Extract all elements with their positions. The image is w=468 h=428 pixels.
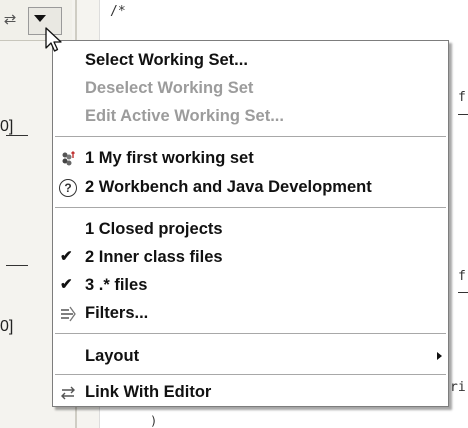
menu-separator [55,136,446,137]
filter-icon [59,305,77,323]
menu-item-label: Deselect Working Set [85,79,254,97]
menu-separator [55,207,446,208]
submenu-arrow-icon [437,352,442,360]
menu-item-layout[interactable]: Layout [53,342,448,370]
menu-item-label: 3 .* files [85,276,148,294]
working-set-icon [59,150,77,168]
help-glyph: ? [59,179,77,197]
menu-item-label: Filters... [85,304,149,322]
menu-item-label: Select Working Set... [85,51,248,69]
menu-item-working-set-1[interactable]: 1 My first working set [53,144,448,172]
tree-item-fragment: 0] [0,318,14,335]
code-fragment: ri [450,380,466,395]
link-arrows-icon [59,384,77,402]
menu-separator [55,374,446,375]
menu-item-filter-dot-files[interactable]: ✔ 3 .* files [53,271,448,299]
view-menu-arrow-icon [34,15,46,22]
menu-item-label: Link With Editor [85,383,212,401]
menu-separator [55,333,446,334]
sync-arrows-icon[interactable]: ⇄ [0,10,20,30]
code-dash [458,114,468,115]
code-fragment: f [458,269,466,284]
working-set-menu: Select Working Set... Deselect Working S… [52,40,449,407]
code-dash [458,292,468,293]
checkmark-icon: ✔ [60,248,73,265]
tree-item-fragment: 0] [0,118,14,135]
menu-item-edit-active-working-set: Edit Active Working Set... [53,102,448,130]
menu-item-filters[interactable]: Filters... [53,299,448,327]
menu-item-working-set-2[interactable]: ? 2 Workbench and Java Development [53,173,448,201]
checkmark-icon: ✔ [60,276,73,293]
code-fragment: f [458,90,466,105]
mouse-cursor-icon [45,27,62,52]
menu-item-label: 1 My first working set [85,149,254,167]
help-icon: ? [59,179,77,197]
menu-item-label: 2 Workbench and Java Development [85,178,372,196]
menu-item-select-working-set[interactable]: Select Working Set... [53,46,448,74]
menu-item-filter-closed-projects[interactable]: 1 Closed projects [53,215,448,243]
menu-item-label: 1 Closed projects [85,220,223,238]
menu-item-label: Edit Active Working Set... [85,107,284,125]
code-line: /* [110,4,126,19]
menu-item-link-with-editor[interactable]: Link With Editor [53,378,448,406]
menu-item-label: 2 Inner class files [85,248,223,266]
menu-item-filter-inner-class-files[interactable]: ✔ 2 Inner class files [53,243,448,271]
menu-item-label: Layout [85,347,140,365]
tree-connector-line [6,135,28,136]
menu-item-deselect-working-set: Deselect Working Set [53,74,448,102]
tree-connector-line [6,265,28,266]
code-fragment: ) [150,414,158,428]
